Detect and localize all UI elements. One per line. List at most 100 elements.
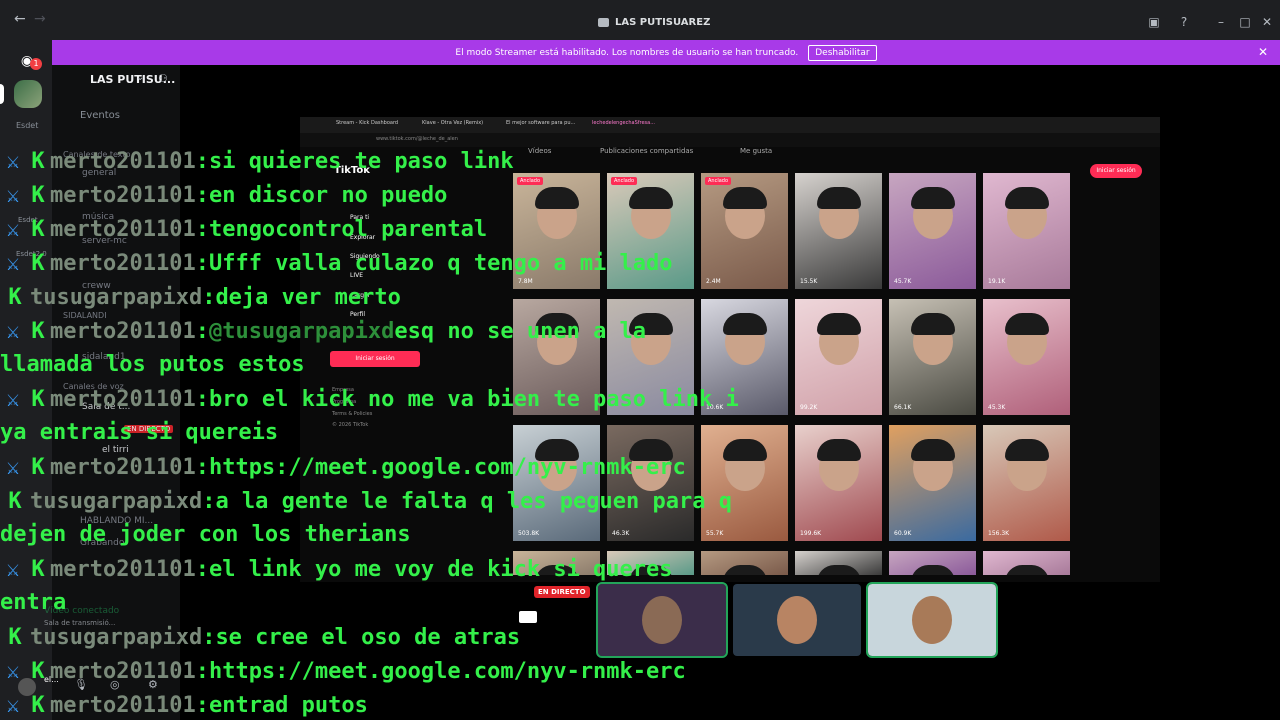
video-thumbnail[interactable] [701,551,788,575]
view-count: 66.1K [894,404,912,411]
kick-badge-icon: K [31,386,45,412]
events-item[interactable]: Eventos [80,110,120,121]
forward-arrow-icon[interactable]: → [34,10,48,28]
inbox-icon[interactable]: ▣ [1146,14,1162,30]
tab-likes[interactable]: Me gusta [740,147,772,155]
video-thumbnail[interactable] [983,551,1070,575]
video-thumbnail[interactable]: 156.3K [983,425,1070,541]
headphones-icon[interactable]: ◎ [110,678,120,691]
kick-badge-icon: K [31,182,45,208]
chevron-down-icon[interactable]: ⌄ [136,72,144,83]
moderator-sword-icon: ⚔ [6,182,20,208]
chat-separator: : [202,624,216,650]
video-thumbnail[interactable] [795,551,882,575]
thumbnail-hair [817,187,861,209]
minimize-icon[interactable]: – [1213,14,1229,30]
maximize-icon[interactable]: □ [1237,14,1253,30]
chat-text: deja ver merto [215,284,401,310]
view-count: 2.4M [706,278,721,285]
streamer-mode-banner: El modo Streamer está habilitado. Los no… [52,40,1280,65]
video-thumbnail[interactable]: 45.7K [889,173,976,289]
chat-text: si quieres te paso link [208,148,514,174]
disable-streamer-button[interactable]: Deshabilitar [808,44,877,61]
chat-separator: : [195,556,209,582]
chat-text: en discor no puedo [208,182,448,208]
side-label: Esdet [16,121,39,130]
chat-text: https://meet.google.com/nyv-rnmk-erc [208,658,686,684]
thumbnail-hair [911,187,955,209]
chat-username: merto201101 [50,216,196,242]
view-count: 99.2K [800,404,818,411]
chat-text: a la gente le falta q les peguen para q [215,488,732,514]
browser-tab-active[interactable]: lechedelengechaSfresa... [592,120,655,126]
chat-username: merto201101 [50,250,196,276]
back-arrow-icon[interactable]: ← [14,10,28,28]
view-count: 45.3K [988,404,1006,411]
camera-tile[interactable] [596,582,728,658]
browser-tab[interactable]: Klave - Otra Vez (Remix) [422,120,483,126]
chat-separator: : [195,182,209,208]
chat-separator: : [195,454,209,480]
close-window-icon[interactable]: ✕ [1259,14,1275,30]
chat-message-continuation: ya entrais si quereis [0,420,279,445]
moderator-sword-icon: ⚔ [6,148,20,174]
kick-badge-icon: K [8,488,22,514]
video-thumbnail[interactable]: 19.1K [983,173,1070,289]
video-thumbnail[interactable]: 55.7K [701,425,788,541]
moderator-sword-icon: ⚔ [6,454,20,480]
view-count: 46.3K [612,530,630,537]
video-thumbnail[interactable]: 15.5K [795,173,882,289]
video-thumbnail[interactable]: Anclado 2.4M [701,173,788,289]
screen-share-icon[interactable] [519,611,537,623]
video-thumbnail[interactable]: 99.2K [795,299,882,415]
video-thumbnail[interactable]: 45.3K [983,299,1070,415]
video-thumbnail[interactable]: 60.9K [889,425,976,541]
view-count: 19.1K [988,278,1006,285]
chat-separator: : [195,216,209,242]
voice-connected-label: Vídeo conectado [44,606,120,616]
thumbnail-hair [817,313,861,335]
live-badge: EN DIRECTO [534,586,590,598]
chat-username: merto201101 [50,318,196,344]
chat-text: Ufff valla culazo q tengo a mi lado [208,250,673,276]
tiktok-login-button[interactable]: Iniciar sesión [330,351,420,367]
chat-username: merto201101 [50,692,196,718]
invite-icon[interactable]: ⚇ [158,72,168,85]
video-thumbnail[interactable]: 503.8K [513,425,600,541]
view-count: 503.8K [518,530,540,537]
camera-tile[interactable] [866,582,998,658]
tab-videos[interactable]: Vídeos [528,147,551,155]
chat-separator: : [202,488,216,514]
browser-tab[interactable]: El mejor software para pu... [506,120,575,126]
browser-tab[interactable]: Stream - Kick Dashboard [336,120,398,126]
chat-text: https://meet.google.com/nyv-rnmk-erc [208,454,686,480]
video-thumbnail[interactable] [889,551,976,575]
chat-message: ⚔ Kmerto201101: en discor no puedo [0,179,447,211]
close-icon[interactable]: ✕ [1258,45,1268,59]
user-name[interactable]: el... [44,675,59,684]
moderator-sword-icon: ⚔ [6,250,20,276]
video-thumbnail[interactable]: 199.6K [795,425,882,541]
avatar[interactable] [18,678,36,696]
voice-channel-sub: Sala de transmisió... [44,619,116,627]
tab-shared[interactable]: Publicaciones compartidas [600,147,693,155]
chat-message: Ktusugarpapixd: deja ver merto [0,281,401,313]
video-thumbnail[interactable]: 66.1K [889,299,976,415]
tiktok-login-button-right[interactable]: Iniciar sesión [1090,164,1142,178]
kick-badge-icon: K [31,556,45,582]
pinned-label: Anclado [611,177,638,185]
chat-mention: @tusugarpapixd [208,318,395,344]
help-icon[interactable]: ? [1176,14,1192,30]
server-avatar[interactable] [14,80,42,108]
gear-icon[interactable]: ⚙ [148,678,158,691]
url-text: www.tiktok.com/@leche_de_alen [376,136,458,142]
chat-username: merto201101 [50,658,196,684]
microphone-icon[interactable]: 🎙 [74,678,88,691]
kick-badge-icon: K [8,284,22,310]
moderator-sword-icon: ⚔ [6,556,20,582]
kick-badge-icon: K [31,692,45,718]
title-bar: ← → LAS PUTISUAREZ ▣ ? – □ ✕ [0,0,1280,40]
chat-text: bro el kick no me va bien te paso link i [208,386,739,412]
video-thumbnail[interactable]: 46.3K [607,425,694,541]
camera-tile[interactable] [733,584,861,656]
